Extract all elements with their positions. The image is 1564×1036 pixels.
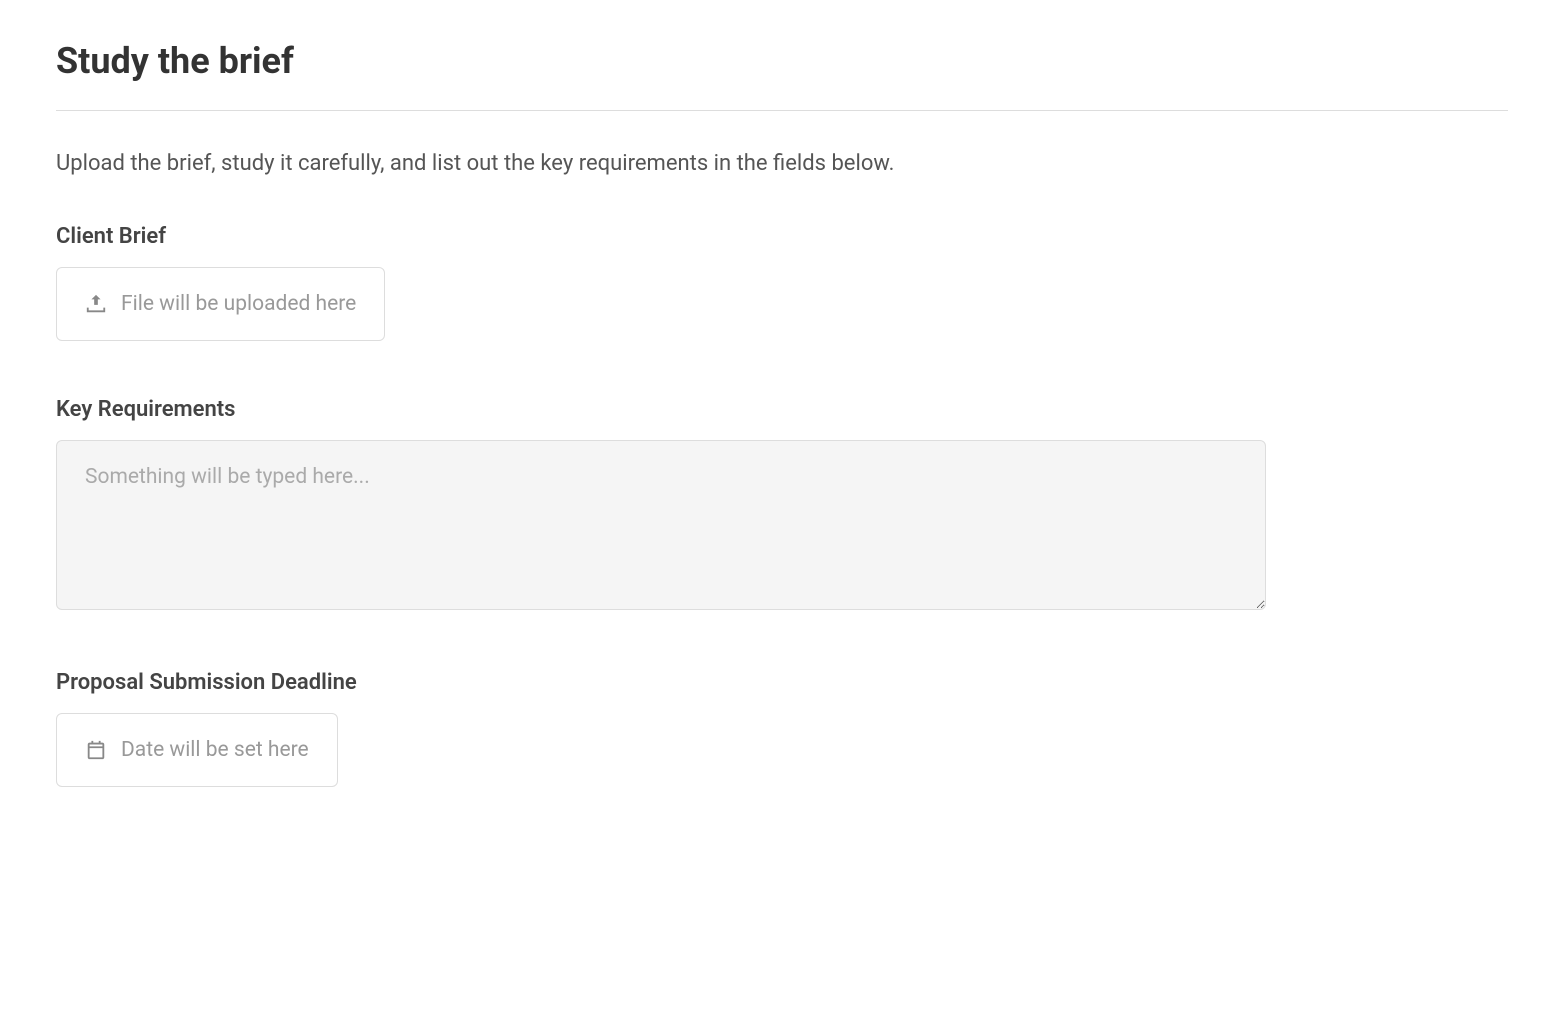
client-brief-label: Client Brief: [56, 224, 1508, 249]
page-description: Upload the brief, study it carefully, an…: [56, 151, 1508, 176]
key-requirements-label: Key Requirements: [56, 397, 1508, 422]
divider: [56, 110, 1508, 111]
date-input[interactable]: Date will be set here: [56, 713, 338, 787]
key-requirements-field: Key Requirements: [56, 397, 1508, 614]
key-requirements-textarea[interactable]: [56, 440, 1266, 610]
file-upload-placeholder: File will be uploaded here: [121, 292, 356, 316]
deadline-field: Proposal Submission Deadline Date will b…: [56, 670, 1508, 787]
client-brief-field: Client Brief File will be uploaded here: [56, 224, 1508, 341]
date-input-placeholder: Date will be set here: [121, 738, 309, 762]
page-title: Study the brief: [56, 40, 1508, 82]
file-upload-input[interactable]: File will be uploaded here: [56, 267, 385, 341]
upload-icon: [85, 293, 107, 315]
deadline-label: Proposal Submission Deadline: [56, 670, 1508, 695]
calendar-icon: [85, 739, 107, 761]
